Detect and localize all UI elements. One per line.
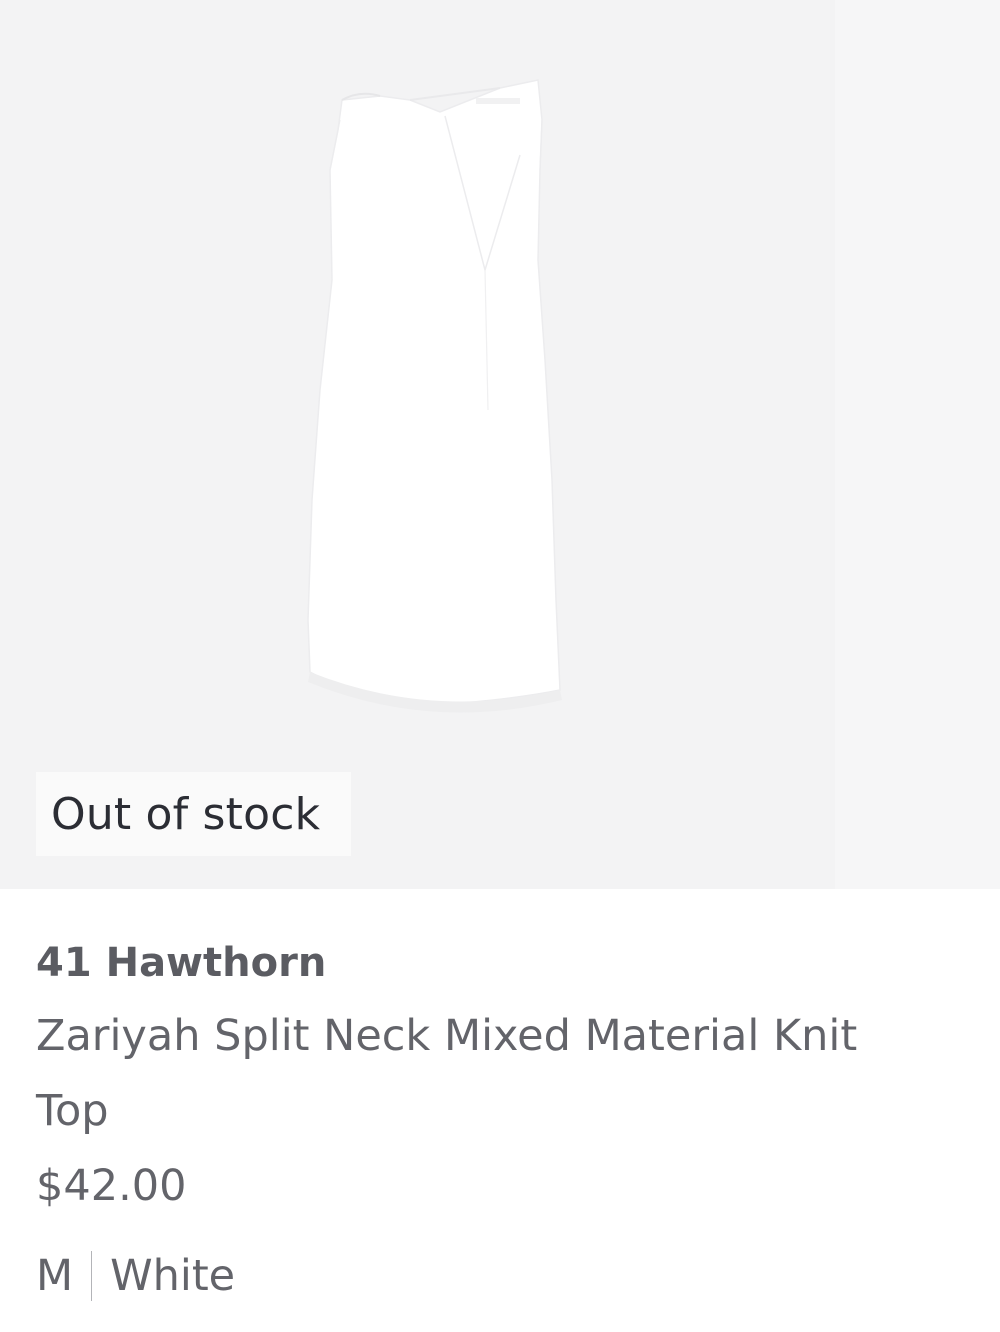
sleeveless-top-image <box>290 60 580 720</box>
size-value: M <box>36 1251 74 1301</box>
next-image-strip <box>835 0 1000 889</box>
product-card[interactable]: Out of stock 41 Hawthorn Zariyah Split N… <box>0 0 1000 1332</box>
stock-status-text: Out of stock <box>51 788 321 840</box>
out-of-stock-badge: Out of stock <box>36 772 351 856</box>
product-price: $42.00 <box>36 1161 187 1211</box>
product-name[interactable]: Zariyah Split Neck Mixed Material Knit T… <box>36 999 926 1149</box>
product-details: 41 Hawthorn Zariyah Split Neck Mixed Mat… <box>36 932 936 1311</box>
variant-divider <box>91 1251 93 1301</box>
color-value: White <box>110 1251 236 1301</box>
variant-info: M White <box>36 1241 936 1311</box>
brand-name: 41 Hawthorn <box>36 940 327 986</box>
product-image-area[interactable]: Out of stock <box>0 0 1000 889</box>
